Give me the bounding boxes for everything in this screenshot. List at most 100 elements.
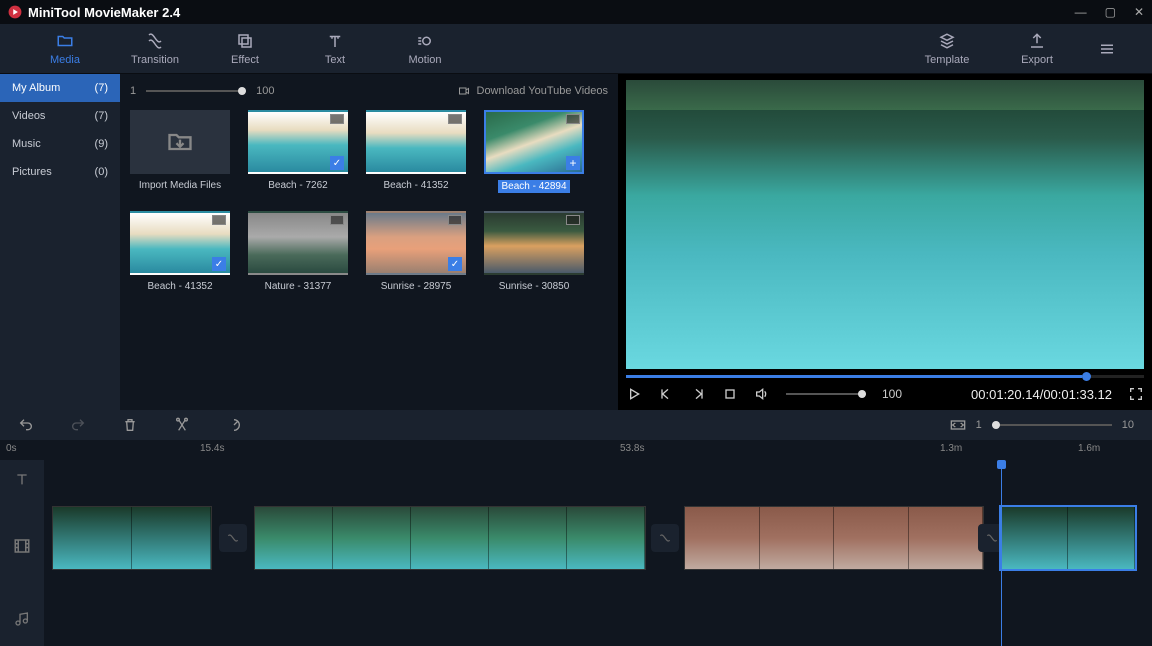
sidebar-item-label: Music	[12, 138, 41, 150]
next-frame-icon[interactable]	[690, 386, 706, 402]
check-icon: ✓	[448, 257, 462, 271]
tab-motion[interactable]: Motion	[380, 32, 470, 66]
stop-icon[interactable]	[722, 386, 738, 402]
volume-value: 100	[882, 387, 902, 401]
timeline-clip[interactable]	[52, 506, 212, 570]
media-tile-label: Sunrise - 30850	[499, 281, 570, 292]
play-icon[interactable]	[626, 386, 642, 402]
sidebar-item-count: (0)	[95, 166, 108, 178]
zoom-max: 10	[1122, 419, 1134, 431]
tab-media[interactable]: Media	[20, 32, 110, 66]
transition-slot-icon	[658, 531, 672, 545]
timeline-ruler[interactable]: 0s15.4s53.8s1.3m1.6m	[0, 440, 1152, 460]
timeline-tracks: 🔊	[0, 460, 1152, 646]
tab-template[interactable]: Template	[902, 32, 992, 66]
transition-button[interactable]	[651, 524, 679, 552]
transition-slot-icon	[226, 531, 240, 545]
sidebar-item-label: Pictures	[12, 166, 52, 178]
transition-slot-icon	[985, 531, 999, 545]
timeline-clip[interactable]	[1000, 506, 1136, 570]
sidebar: My Album (7) Videos (7) Music (9) Pictur…	[0, 74, 120, 410]
media-tile[interactable]: ✓ Beach - 41352	[130, 211, 230, 292]
media-tile[interactable]: Nature - 31377	[248, 211, 348, 292]
tab-effect[interactable]: Effect	[200, 32, 290, 66]
check-icon: ✓	[330, 156, 344, 170]
timeline-clip[interactable]: 🔊	[254, 506, 646, 570]
thumb-scale-slider[interactable]	[146, 90, 246, 92]
hamburger-menu[interactable]	[1082, 40, 1132, 58]
tab-transition-label: Transition	[131, 54, 179, 66]
timeline-toolbar: 1 10	[0, 410, 1152, 440]
maximize-icon[interactable]: ▢	[1105, 5, 1116, 19]
media-tile-label: Nature - 31377	[265, 281, 332, 292]
track-body[interactable]: 🔊	[44, 460, 1152, 646]
media-tile[interactable]: ✓ Sunrise - 28975	[366, 211, 466, 292]
volume-icon[interactable]	[754, 386, 770, 402]
split-icon[interactable]	[174, 417, 190, 433]
playhead[interactable]	[1001, 460, 1002, 646]
sidebar-item-count: (7)	[95, 110, 108, 122]
text-track-head[interactable]	[0, 460, 44, 498]
transition-button[interactable]	[219, 524, 247, 552]
tab-transition[interactable]: Transition	[110, 32, 200, 66]
media-tile-label: Beach - 42894	[498, 180, 569, 193]
add-icon[interactable]: +	[566, 156, 580, 170]
preview-viewport[interactable]	[626, 80, 1144, 369]
menu-icon	[1098, 40, 1116, 58]
speed-icon[interactable]	[226, 417, 242, 433]
fit-icon[interactable]	[950, 417, 966, 433]
app-title: MiniTool MovieMaker 2.4	[28, 5, 1075, 20]
download-youtube-link[interactable]: Download YouTube Videos	[457, 85, 609, 97]
media-tile[interactable]: Beach - 41352	[366, 110, 466, 193]
video-badge-icon	[448, 215, 462, 225]
audio-track-head[interactable]	[0, 594, 44, 644]
media-tile-label: Beach - 7262	[268, 180, 328, 191]
media-tile[interactable]: + Beach - 42894	[484, 110, 584, 193]
media-tile[interactable]: Sunrise - 30850	[484, 211, 584, 292]
film-icon	[13, 537, 31, 555]
tab-media-label: Media	[50, 54, 80, 66]
import-tile-label: Import Media Files	[139, 180, 221, 191]
template-icon	[938, 32, 956, 50]
ruler-mark: 1.6m	[1078, 443, 1100, 454]
sidebar-item-videos[interactable]: Videos (7)	[0, 102, 120, 130]
delete-icon[interactable]	[122, 417, 138, 433]
ruler-mark: 53.8s	[620, 443, 644, 454]
tab-text[interactable]: Text	[290, 32, 380, 66]
import-tile[interactable]: Import Media Files	[130, 110, 230, 193]
close-icon[interactable]: ✕	[1134, 5, 1144, 19]
folder-icon	[56, 32, 74, 50]
thumb-scale-val: 100	[256, 85, 274, 97]
time-display: 00:01:20.14/00:01:33.12	[971, 387, 1112, 402]
undo-icon[interactable]	[18, 417, 34, 433]
preview-progress[interactable]	[626, 375, 1144, 378]
tab-effect-label: Effect	[231, 54, 259, 66]
tab-export[interactable]: Export	[992, 32, 1082, 66]
video-track-head[interactable]	[0, 498, 44, 594]
check-icon: ✓	[212, 257, 226, 271]
redo-icon[interactable]	[70, 417, 86, 433]
sidebar-item-count: (9)	[95, 138, 108, 150]
media-panel: 1 100 Download YouTube Videos Import Med…	[120, 74, 618, 410]
sidebar-item-music[interactable]: Music (9)	[0, 130, 120, 158]
zoom-slider[interactable]	[992, 424, 1112, 426]
ruler-mark: 0s	[6, 443, 17, 454]
download-youtube-label: Download YouTube Videos	[477, 85, 609, 97]
prev-frame-icon[interactable]	[658, 386, 674, 402]
sidebar-item-count: (7)	[95, 82, 108, 94]
tab-export-label: Export	[1021, 54, 1053, 66]
text-icon	[326, 32, 344, 50]
fullscreen-icon[interactable]	[1128, 386, 1144, 402]
sidebar-item-pictures[interactable]: Pictures (0)	[0, 158, 120, 186]
timeline-clip[interactable]	[684, 506, 984, 570]
media-tile[interactable]: ✓ Beach - 7262	[248, 110, 348, 193]
thumb-scale-min: 1	[130, 85, 136, 97]
volume-slider[interactable]	[786, 393, 866, 395]
zoom-min: 1	[976, 419, 982, 431]
sidebar-item-myalbum[interactable]: My Album (7)	[0, 74, 120, 102]
tab-text-label: Text	[325, 54, 345, 66]
minimize-icon[interactable]: —	[1075, 5, 1087, 19]
effect-icon	[236, 32, 254, 50]
preview-panel: 100 00:01:20.14/00:01:33.12	[618, 74, 1152, 410]
video-badge-icon	[212, 215, 226, 225]
